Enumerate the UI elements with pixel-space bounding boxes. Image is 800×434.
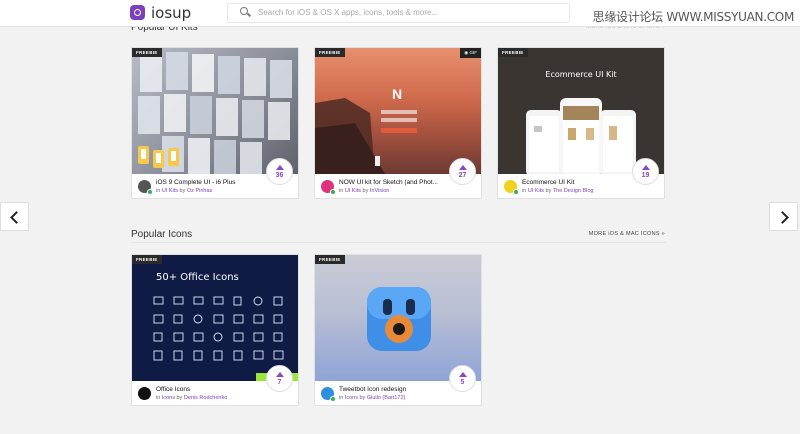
vote-count: 36 [275,172,284,179]
card-ecommerce-ui-kit[interactable]: Ecommerce UI Kit FREEBIE 19 Ecommerce UI… [497,47,665,199]
author-link[interactable]: InVision [370,188,389,194]
meta-by: by [359,395,366,401]
author-avatar[interactable] [138,387,151,400]
card-meta: in Icons by Denis Rodchenko [156,395,227,401]
meta-in: in [339,395,344,401]
upvote-button[interactable]: 5 [449,365,476,392]
gif-badge: ◉ GIF [460,48,481,58]
watermark: 思缘设计论坛 WWW.MISSYUAN.COM [592,10,795,24]
search-input[interactable] [258,5,558,20]
search-icon [240,7,248,15]
card-thumbnail[interactable]: N [315,48,481,174]
card-meta: in UI Kits by Oz Pinhas [156,188,212,194]
verified-check-icon [330,396,336,402]
card-meta: in UI Kits by The Design Blog [522,188,593,194]
upvote-button[interactable]: 27 [449,158,476,185]
iosup-logo-icon[interactable] [130,5,145,20]
category-link[interactable]: UI Kits [162,188,178,194]
office-icons-heading: 50+ Office Icons [156,272,239,283]
meta-by: by [362,188,369,194]
vote-count: 7 [277,379,282,386]
meta-by: by [176,395,183,401]
category-link[interactable]: Icons [162,395,175,401]
meta-in: in [156,188,161,194]
card-thumbnail[interactable] [132,48,298,174]
upvote-arrow-icon [642,165,650,170]
card-thumbnail[interactable] [315,255,481,381]
ecommerce-heading: Ecommerce UI Kit [545,70,617,79]
now-logo-text: N [392,86,403,102]
upvote-button[interactable]: 19 [632,158,659,185]
author-link[interactable]: The Design Blog [553,188,594,194]
upvote-arrow-icon [276,372,284,377]
gif-icon: ◉ [464,50,469,55]
freebie-badge: FREEBIE [132,48,162,57]
card-thumbnail[interactable]: 50+ Office Icons [132,255,298,381]
top-bar: iosup 思缘设计论坛 WWW.MISSYUAN.COM [0,0,800,27]
gif-label: GIF [469,50,478,55]
author-link[interactable]: Oz Pinhas [187,188,212,194]
section-divider [131,242,666,243]
mock-input [381,118,417,122]
card-thumbnail[interactable]: Ecommerce UI Kit [498,48,664,174]
card-meta: in Icons by Giulio (Bart172) [339,395,405,401]
verified-check-icon [513,189,519,195]
author-link[interactable]: Giulio (Bart172) [367,395,406,401]
upvote-button[interactable]: 36 [266,158,293,185]
vote-count: 19 [641,172,650,179]
category-link[interactable]: Icons [345,395,358,401]
meta-by: by [179,188,186,194]
brand-name[interactable]: iosup [151,4,191,22]
ui-screens-collage [138,52,292,174]
freebie-badge: FREEBIE [315,255,345,264]
meta-in: in [156,395,161,401]
category-link[interactable]: UI Kits [528,188,544,194]
upvote-arrow-icon [276,165,284,170]
phones-mockup [526,98,636,174]
card-office-icons[interactable]: 50+ Office Icons FREEBIE 7 Office Icons … [131,254,299,406]
carousel-prev-button[interactable] [0,202,29,231]
upvote-arrow-icon [459,165,467,170]
card-tweetbot-icon[interactable]: FREEBIE 5 Tweetbot Icon redesign in Icon… [314,254,482,406]
mock-input [381,110,417,114]
card-now-ui-kit[interactable]: N FREEBIE ◉ GIF 27 NOW UI kit for Sketch… [314,47,482,199]
card-ios9-ui[interactable]: FREEBIE 36 iOS 9 Complete UI - i6 Plus i… [131,47,299,199]
tweetbot-app-icon [367,287,431,351]
mock-button [381,128,417,133]
carousel-next-button[interactable] [769,202,798,231]
verified-check-icon [330,189,336,195]
vote-count: 27 [458,172,467,179]
freebie-badge: FREEBIE [498,48,528,57]
author-link[interactable]: Denis Rodchenko [184,395,227,401]
section-title-icons: Popular Icons [131,229,193,240]
vote-count: 5 [460,379,465,386]
card-meta: in UI Kits by InVision [339,188,389,194]
category-link[interactable]: UI Kits [345,188,361,194]
freebie-badge: FREEBIE [315,48,345,57]
upvote-button[interactable]: 7 [266,365,293,392]
upvote-arrow-icon [459,372,467,377]
meta-in: in [522,188,527,194]
meta-by: by [545,188,552,194]
freebie-badge: FREEBIE [132,255,162,264]
verified-check-icon [147,189,153,195]
meta-in: in [339,188,344,194]
more-icons-link[interactable]: MORE iOS & MAC ICONS » [589,231,665,237]
